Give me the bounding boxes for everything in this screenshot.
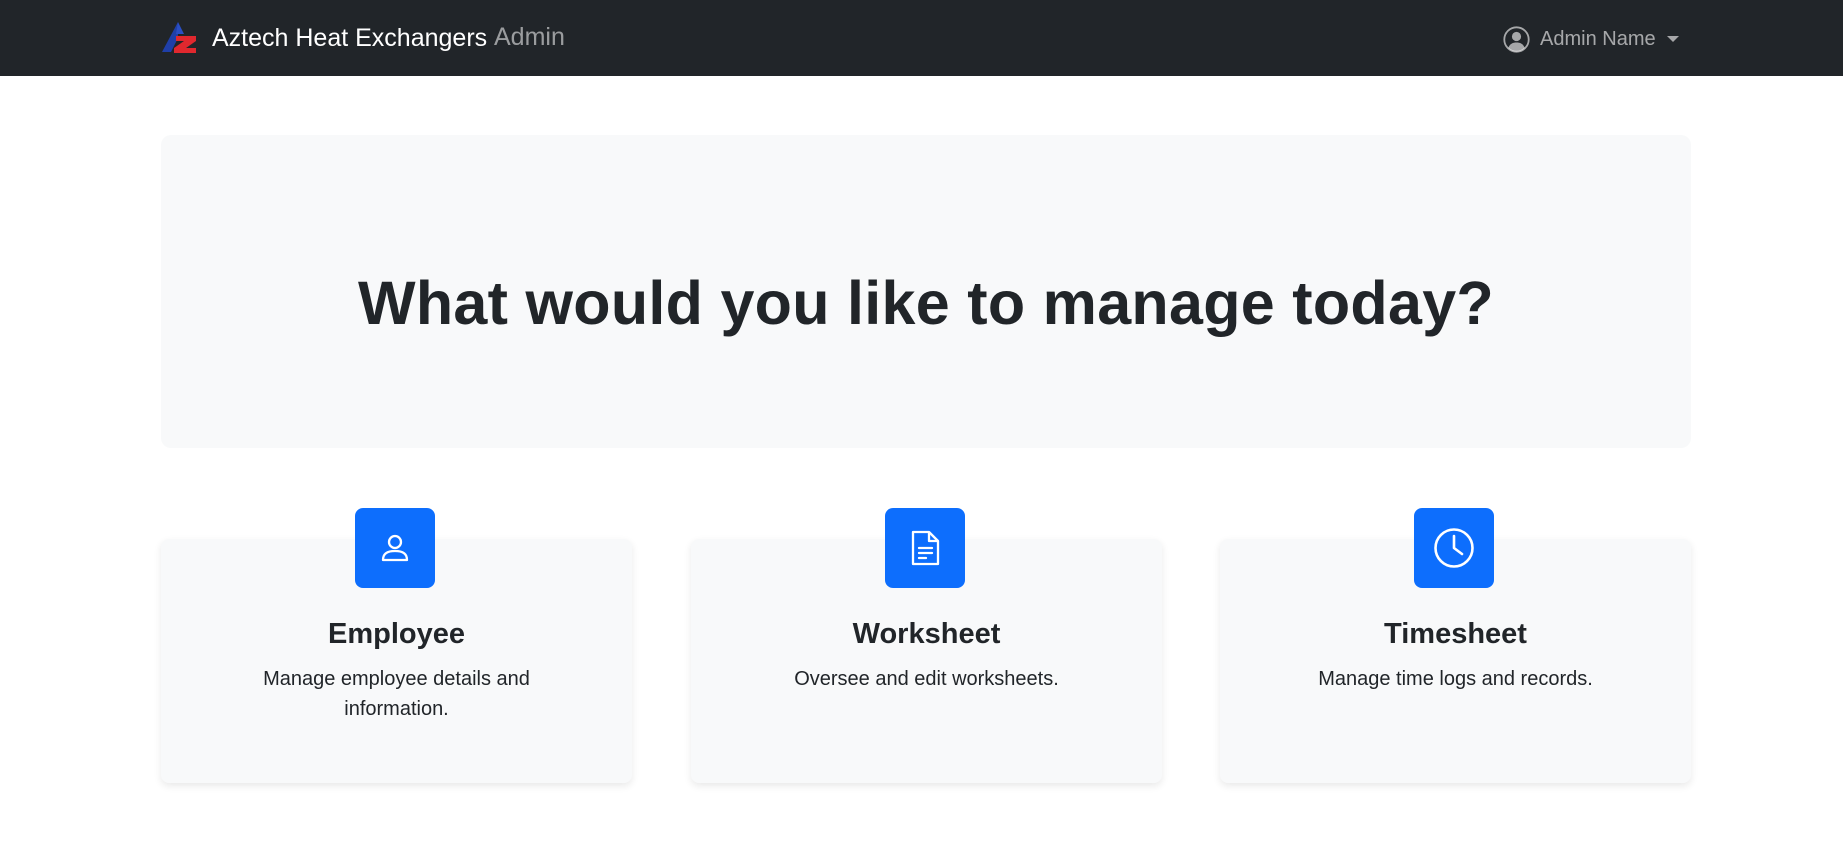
top-navbar: Aztech Heat Exchangers Admin Admin Name bbox=[0, 0, 1843, 76]
user-dropdown-toggle[interactable]: Admin Name bbox=[1503, 24, 1679, 54]
caret-down-icon bbox=[1666, 36, 1679, 42]
card-title: Worksheet bbox=[852, 618, 1001, 650]
timesheet-icon-box bbox=[1414, 508, 1494, 588]
clock-icon bbox=[1434, 528, 1474, 568]
card-description: Manage time logs and records. bbox=[1318, 668, 1593, 690]
card-description: Oversee and edit worksheets. bbox=[794, 668, 1059, 690]
nav-link-admin[interactable]: Admin bbox=[494, 19, 565, 55]
worksheet-icon-box bbox=[885, 508, 965, 588]
card-description: Manage employee details and information. bbox=[263, 668, 530, 720]
hero-title: What would you like to manage today? bbox=[358, 268, 1494, 337]
hero-banner: What would you like to manage today? bbox=[161, 135, 1691, 448]
worksheet-card[interactable]: Worksheet Oversee and edit worksheets. bbox=[691, 508, 1162, 783]
user-name: Admin Name bbox=[1540, 28, 1656, 50]
card-title: Timesheet bbox=[1384, 618, 1527, 650]
brand-name: Aztech Heat Exchangers bbox=[212, 24, 488, 52]
card-title: Employee bbox=[328, 618, 465, 650]
user-circle-icon bbox=[1503, 25, 1530, 53]
document-icon bbox=[911, 530, 940, 566]
brand-link[interactable]: Aztech Heat Exchangers bbox=[162, 20, 487, 56]
person-icon bbox=[381, 534, 409, 562]
employee-icon-box bbox=[355, 508, 435, 588]
timesheet-card[interactable]: Timesheet Manage time logs and records. bbox=[1220, 508, 1691, 783]
employee-card[interactable]: Employee Manage employee details and inf… bbox=[161, 508, 632, 783]
az-logo-icon bbox=[162, 22, 196, 53]
